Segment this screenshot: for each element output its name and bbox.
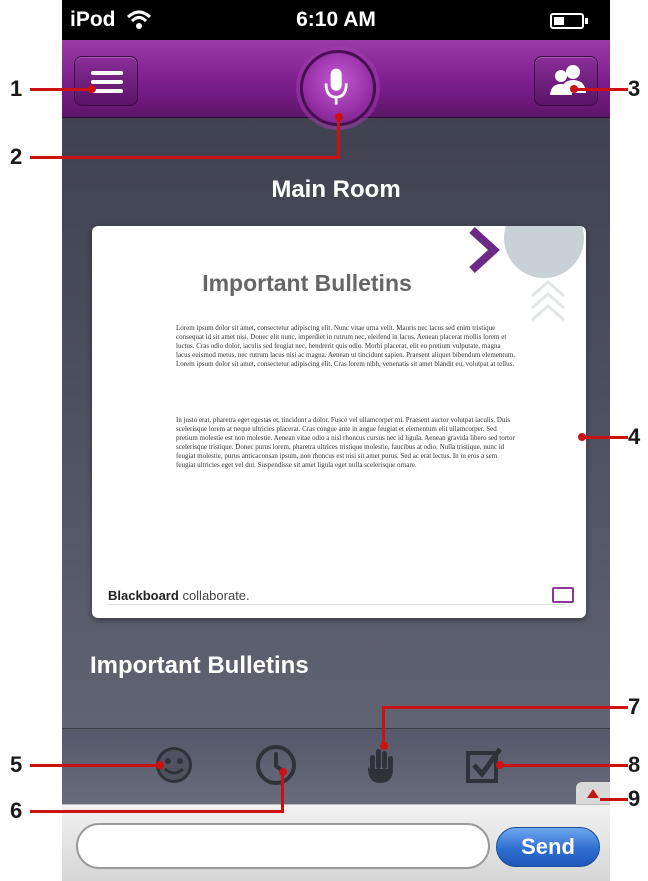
participants-icon xyxy=(550,65,586,95)
callout-1: 1 xyxy=(10,76,23,101)
slide-paragraph: Lorem ipsum dolor sit amet, consectetur … xyxy=(176,324,516,368)
callout-line xyxy=(30,88,90,91)
slide-paragraph: In justo erat, pharetra eget egestas et,… xyxy=(176,416,515,469)
send-button[interactable]: Send xyxy=(496,827,600,867)
content-heading: Important Bulletins xyxy=(90,652,309,679)
callout-line xyxy=(500,764,628,767)
raise-hand-icon xyxy=(368,749,393,783)
status-bar: iPod 6:10 AM xyxy=(62,0,610,40)
callout-line xyxy=(600,798,628,801)
callout-dot xyxy=(380,742,388,750)
callout-line xyxy=(281,772,284,812)
callout-5: 5 xyxy=(10,752,23,777)
callout-dot xyxy=(156,761,164,769)
participants-button[interactable] xyxy=(534,56,598,106)
callout-dot xyxy=(496,761,504,769)
callout-2: 2 xyxy=(10,144,23,169)
callout-line xyxy=(30,764,160,767)
brand-logo: Blackboard collaborate. xyxy=(108,588,250,603)
callout-line xyxy=(382,706,385,746)
callout-line xyxy=(384,706,628,709)
menu-button[interactable] xyxy=(74,56,138,106)
callout-dot xyxy=(570,85,578,93)
callout-dot xyxy=(578,433,586,441)
callout-line xyxy=(30,810,284,813)
callout-8: 8 xyxy=(628,752,641,777)
room-title: Main Room xyxy=(271,176,401,203)
brand-bold: Blackboard xyxy=(108,588,179,603)
status-time: 6:10 AM xyxy=(296,8,376,31)
raise-hand-button[interactable] xyxy=(358,743,402,787)
slide-page-icon xyxy=(552,587,574,603)
callout-3: 3 xyxy=(628,76,641,101)
callout-7: 7 xyxy=(628,694,641,719)
callout-line xyxy=(574,88,628,91)
callout-dot xyxy=(279,768,287,776)
brand-light: collaborate. xyxy=(182,588,250,603)
away-clock-icon xyxy=(256,745,296,785)
callout-line xyxy=(337,118,340,158)
battery-icon xyxy=(550,13,588,29)
slide-divider xyxy=(108,604,566,605)
callout-4: 4 xyxy=(628,424,641,449)
whiteboard-slide[interactable]: Important Bulletins Lorem ipsum dolor si… xyxy=(92,226,586,618)
away-button[interactable] xyxy=(254,743,298,787)
slide-title: Important Bulletins xyxy=(202,270,412,296)
callout-6: 6 xyxy=(10,798,23,823)
app-screen: iPod 6:10 AM Main Room Important Bulleti… xyxy=(62,0,610,881)
callout-9: 9 xyxy=(628,786,641,811)
callout-line xyxy=(30,156,340,159)
callout-line xyxy=(582,436,628,439)
callout-dot xyxy=(88,85,96,93)
chat-input-bar: Send xyxy=(62,804,610,881)
callout-dot xyxy=(335,113,343,121)
chat-input[interactable] xyxy=(76,823,490,869)
